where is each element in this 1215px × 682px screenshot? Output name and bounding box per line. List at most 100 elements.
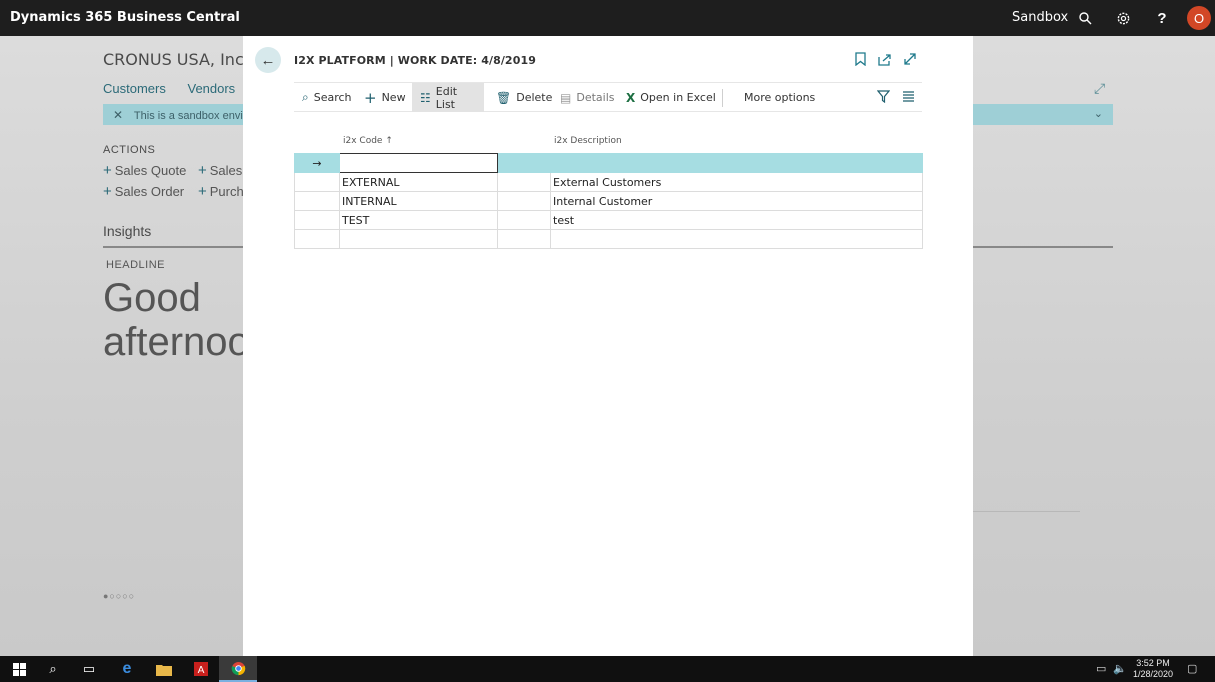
arrow-left-icon: ← (260, 51, 276, 69)
table-row[interactable]: INTERNAL Internal Customer (294, 191, 923, 211)
trash-icon: 🗑 (496, 90, 512, 105)
action-label: Sales Quote (114, 163, 187, 178)
action-label: Sales Order (114, 184, 185, 199)
chrome-icon[interactable] (219, 656, 257, 682)
search-icon[interactable] (1076, 9, 1094, 27)
new-label: New (381, 91, 406, 104)
delete-button[interactable]: 🗑 Delete (488, 83, 560, 112)
divider (973, 511, 1080, 512)
row-indicator-arrow-icon[interactable]: → (294, 153, 340, 173)
code-cell[interactable]: TEST (339, 210, 498, 230)
system-clock[interactable]: 3:52 PM 1/28/2020 (1128, 658, 1178, 680)
action-label: Sales (209, 163, 243, 178)
plus-icon: + (103, 183, 112, 200)
description-cell[interactable]: External Customers (550, 172, 923, 192)
search-button[interactable]: ⌕ Search (294, 83, 360, 112)
row-indicator[interactable] (294, 229, 340, 249)
column-header-code[interactable]: i2x Code ↑ (343, 136, 393, 146)
bookmark-icon[interactable] (855, 52, 866, 69)
open-in-excel-button[interactable]: X Open in Excel (618, 83, 724, 112)
description-cell[interactable]: Internal Customer (550, 191, 923, 211)
code-cell[interactable] (339, 229, 498, 249)
plus-icon: + (198, 162, 207, 179)
network-icon[interactable]: ▭ (1096, 662, 1106, 675)
spacer-cell (497, 229, 551, 249)
spacer-cell (497, 172, 551, 192)
row-indicator[interactable] (294, 191, 340, 211)
expand-icon[interactable] (903, 52, 917, 69)
grid-header: i2x Code ↑ i2x Description (294, 131, 922, 153)
app-title[interactable]: Dynamics 365 Business Central (10, 10, 240, 25)
help-icon[interactable]: ? (1153, 9, 1171, 27)
user-avatar[interactable]: O (1187, 6, 1211, 30)
back-button[interactable]: ← (255, 47, 281, 73)
table-row[interactable]: → (294, 153, 923, 173)
volume-icon[interactable]: 🔈 (1113, 662, 1127, 675)
close-icon[interactable]: ✕ (113, 108, 123, 122)
insights-heading: Insights (103, 223, 152, 239)
column-label: i2x Code (343, 136, 383, 146)
action-sales-order[interactable]: + Sales Order (103, 183, 184, 200)
environment-label: Sandbox (1012, 10, 1069, 25)
share-icon[interactable] (878, 52, 892, 69)
delete-label: Delete (516, 91, 553, 104)
svg-text:A: A (198, 665, 205, 676)
code-cell-input[interactable] (339, 153, 498, 173)
description-cell[interactable] (550, 229, 923, 249)
gear-icon[interactable] (1114, 9, 1132, 27)
description-cell[interactable] (550, 153, 923, 173)
row-indicator[interactable] (294, 210, 340, 230)
list-page-dialog: ← I2X PLATFORM | WORK DATE: 4/8/2019 ⌕ Se… (243, 36, 973, 656)
nav-vendors[interactable]: Vendors (187, 81, 235, 96)
top-bar: Dynamics 365 Business Central Sandbox ? … (0, 0, 1215, 36)
spacer-cell (497, 210, 551, 230)
clock-date: 1/28/2020 (1132, 669, 1174, 679)
windows-taskbar: ⌕ ▭ e A ▭ 🔈 3:52 PM 1/28/2020 ▢ (0, 656, 1215, 682)
new-button[interactable]: + New (356, 83, 414, 112)
code-cell[interactable]: INTERNAL (339, 191, 498, 211)
table-row[interactable]: EXTERNAL External Customers (294, 172, 923, 192)
search-icon: ⌕ (302, 90, 309, 104)
headline-label: HEADLINE (106, 259, 166, 271)
edit-list-label: Edit List (435, 84, 458, 111)
edge-browser-icon[interactable]: e (108, 656, 146, 682)
expand-icon[interactable]: ⤢ (1094, 80, 1105, 97)
acrobat-icon[interactable]: A (182, 656, 220, 682)
table-row[interactable]: TEST test (294, 210, 923, 230)
description-cell[interactable]: test (550, 210, 923, 230)
row-indicator[interactable] (294, 172, 340, 192)
list-view-icon[interactable] (902, 90, 915, 106)
windows-start-icon[interactable] (0, 656, 38, 682)
search-label: Search (313, 91, 352, 104)
notification-center-icon[interactable]: ▢ (1187, 662, 1197, 675)
company-name[interactable]: CRONUS USA, Inc. (103, 50, 249, 69)
column-label: i2x Description (554, 136, 622, 146)
plus-icon: + (103, 162, 112, 179)
edit-list-button[interactable]: ☷ Edit List (412, 83, 484, 112)
details-button[interactable]: ▤ Details (552, 83, 622, 112)
details-icon: ▤ (560, 90, 572, 105)
file-explorer-icon[interactable] (145, 656, 183, 682)
more-options-button[interactable]: More options (736, 83, 823, 112)
clock-time: 3:52 PM (1136, 658, 1170, 668)
code-cell[interactable]: EXTERNAL (339, 172, 498, 192)
details-label: Details (576, 91, 615, 104)
more-options-label: More options (744, 91, 816, 104)
open-in-excel-label: Open in Excel (640, 91, 716, 104)
filter-icon[interactable] (876, 90, 891, 106)
task-view-icon[interactable]: ▭ (70, 656, 108, 682)
column-header-description[interactable]: i2x Description (554, 136, 622, 146)
search-icon[interactable]: ⌕ (34, 656, 72, 682)
action-sales-quote[interactable]: + Sales Quote (103, 162, 186, 179)
edit-list-icon: ☷ (420, 90, 431, 105)
sort-ascending-icon: ↑ (385, 136, 393, 146)
divider (722, 89, 723, 107)
action-sales[interactable]: + Sales (198, 162, 242, 179)
grid-table: → EXTERNAL External Customers INTERNAL I… (294, 153, 923, 249)
carousel-dots[interactable]: ●○○○○ (103, 591, 135, 601)
table-row[interactable] (294, 229, 923, 249)
nav-customers[interactable]: Customers (103, 81, 166, 96)
action-purchase[interactable]: + Purch (198, 183, 244, 200)
chevron-down-icon[interactable]: ⌄ (1094, 107, 1103, 120)
action-label: Purch (209, 184, 244, 199)
